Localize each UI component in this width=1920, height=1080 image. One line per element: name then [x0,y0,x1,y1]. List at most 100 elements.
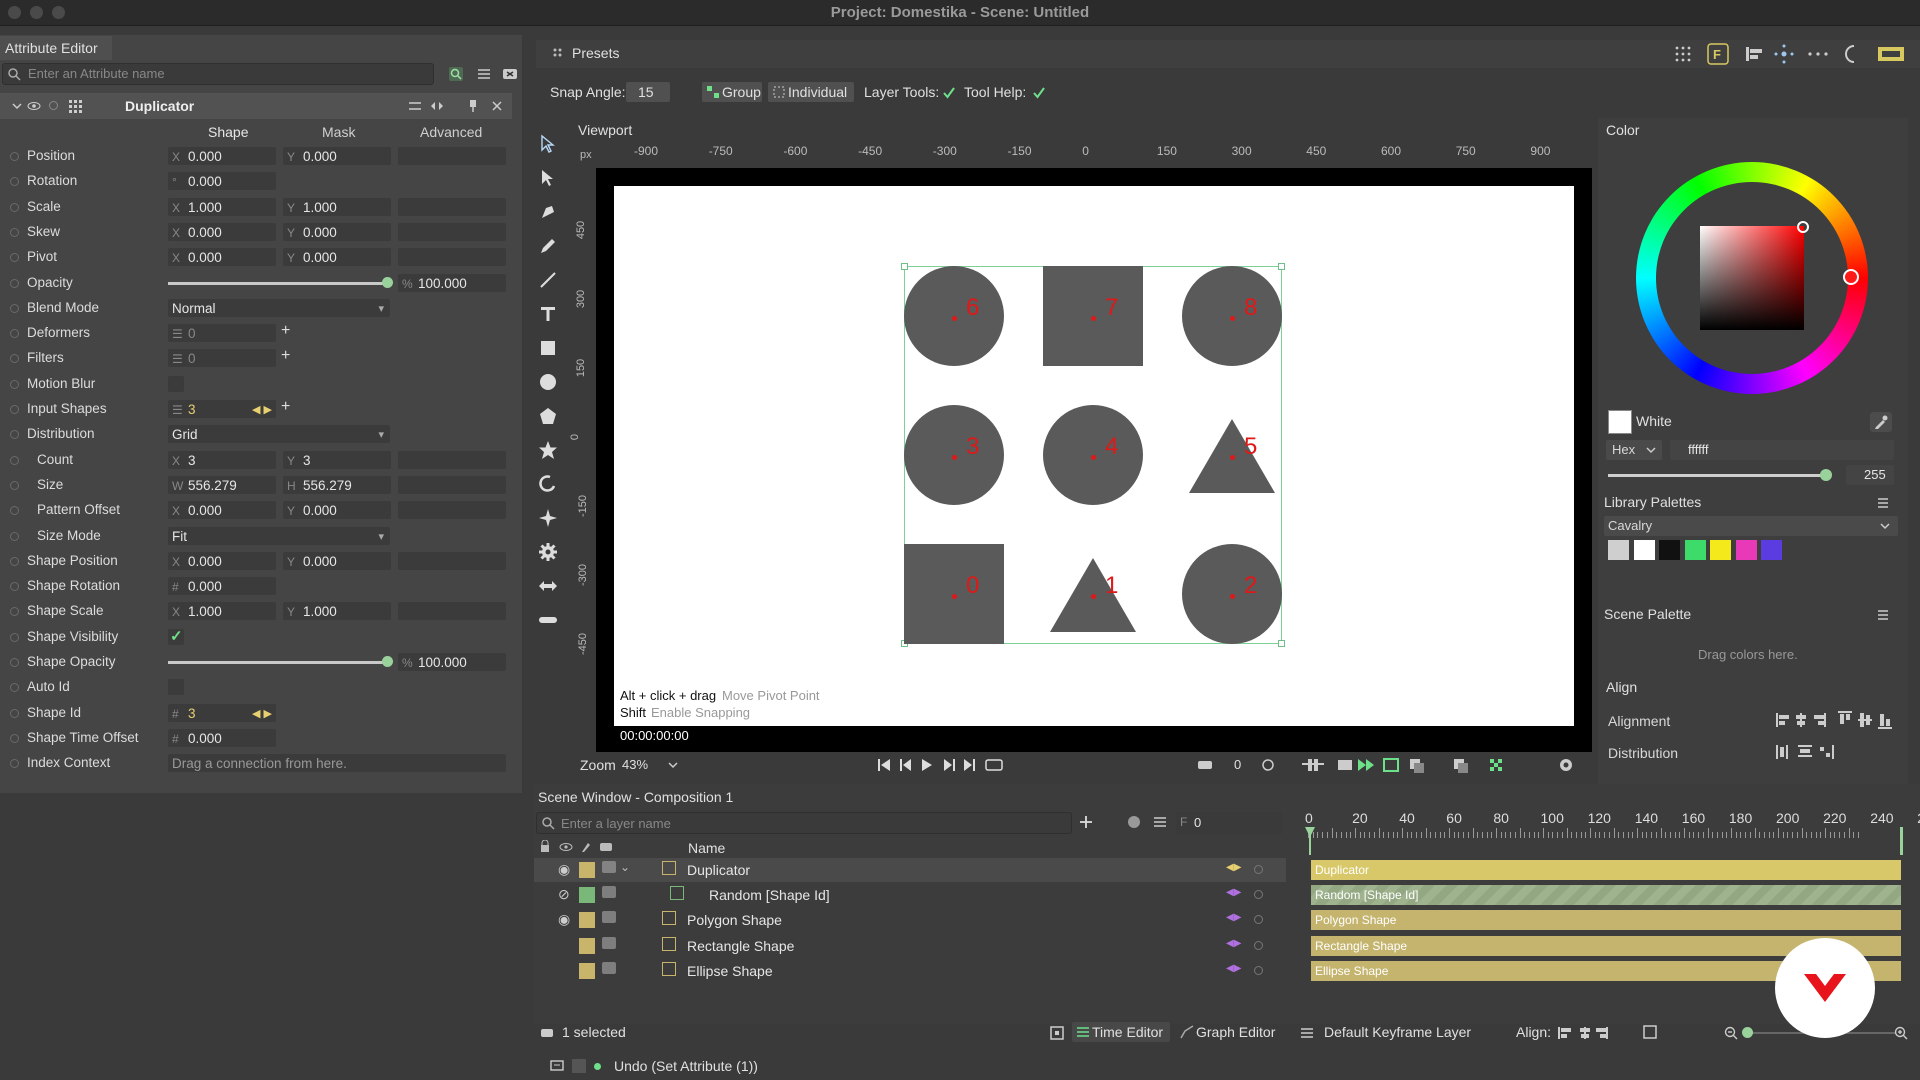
eye-icon[interactable] [27,99,41,113]
pattern-offset-y-field[interactable]: Y 0.000 [283,501,391,520]
frame-icon[interactable] [1050,1026,1064,1040]
alpha-slider-track[interactable] [1608,474,1828,477]
time-editor-button[interactable]: Time Editor [1072,1022,1170,1042]
skew-y-field[interactable]: Y 0.000 [283,222,391,241]
animate-toggle-icon[interactable] [10,683,19,693]
animate-toggle-icon[interactable] [10,227,19,237]
layer-row-duplicator[interactable]: ◉ ⌄ Duplicator ◀▶ [534,858,1286,882]
close-icon[interactable] [490,99,504,113]
pin-icon[interactable] [466,99,480,113]
tab-advanced[interactable]: Advanced [420,124,482,140]
solo-toggle[interactable] [1254,890,1263,900]
hex-input[interactable]: ffffff [1670,440,1894,460]
input-shapes-add-icon[interactable]: + [281,398,290,416]
solo-toggle[interactable] [1254,965,1263,975]
filter-icon[interactable] [476,66,492,82]
history-toggle[interactable] [572,1059,586,1073]
pencil-tool-icon[interactable] [538,236,558,256]
render-icon[interactable] [602,936,616,949]
line-tool-icon[interactable] [538,270,558,290]
animate-toggle-icon[interactable] [10,556,19,566]
blend-mode-select[interactable]: Normal ▾ [168,298,390,317]
solo-toggle[interactable] [1254,915,1263,925]
palette-swatch[interactable] [1735,540,1757,560]
rotation-field[interactable]: ° 0.000 [168,172,276,191]
render-icon[interactable] [602,886,616,899]
filter-layers-icon[interactable] [1152,814,1168,830]
chevron-down-icon[interactable]: ⌄ [620,860,630,874]
alpha-input[interactable]: 255 [1846,465,1894,485]
star-tool-icon[interactable] [538,440,558,460]
layer-row-ellipse-shape[interactable]: Ellipse Shape ◀▶ [534,959,1286,983]
render-icon[interactable] [602,911,616,924]
animate-toggle-icon[interactable] [10,430,19,440]
animate-toggle-icon[interactable] [10,303,19,313]
timeline-align-buttons[interactable] [1558,1025,1688,1041]
clear-icon[interactable] [502,66,518,82]
ellipse-tool-icon[interactable] [538,372,558,392]
visibility-toggle-icon[interactable]: ⊘ [558,886,570,903]
animate-toggle-icon[interactable] [10,379,19,389]
animate-toggle-icon[interactable] [10,253,19,263]
opacity-field[interactable]: % 100.000 [398,273,506,292]
shape-scale-x-field[interactable]: X 1.000 [168,602,276,621]
history-icon[interactable] [550,1059,564,1073]
layer-row-rectangle-shape[interactable]: Rectangle Shape ◀▶ [534,934,1286,958]
palette-swatch[interactable] [1710,540,1731,560]
scale-x-field[interactable]: X 1.000 [168,197,276,216]
pen-tool-icon[interactable] [538,202,558,222]
out-point-marker[interactable] [1900,827,1903,855]
animate-toggle-icon[interactable] [10,202,19,212]
keyframe-nav-icon[interactable]: ◀▶ [1226,938,1241,949]
shape-opacity-slider-knob[interactable] [382,656,393,667]
opacity-slider-knob[interactable] [382,276,393,288]
connect-tool-icon[interactable] [538,576,558,596]
layer-row-polygon-shape[interactable]: ◉ Polygon Shape ◀▶ [534,908,1286,932]
keyframe-nav-icon[interactable]: ◀▶ [1226,862,1241,873]
count-x-field[interactable]: X3 [168,450,276,469]
tab-shape[interactable]: Shape [208,124,248,140]
render-icon[interactable] [602,961,616,974]
animate-toggle-icon[interactable] [10,177,19,187]
timeline-track-random-shape-id[interactable]: Random [Shape Id] [1311,885,1901,906]
shape-rotation-field[interactable]: #0.000 [168,577,276,596]
tab-mask[interactable]: Mask [322,124,355,140]
input-shapes-link-arrow-icon[interactable]: ◀ ▶ [252,403,272,416]
viewport-option-icons[interactable] [1198,756,1588,774]
layer-color-swatch-green[interactable] [579,887,595,904]
zoom-in-icon[interactable] [1894,1026,1908,1040]
pivot-y-field[interactable]: Y 0.000 [283,248,391,267]
chevron-down-icon[interactable] [10,99,24,113]
animate-toggle-icon[interactable] [10,329,19,339]
rounded-rect-tool-icon[interactable] [538,610,558,630]
direct-select-tool-icon[interactable] [538,168,558,188]
layer-color-swatch[interactable] [579,962,595,979]
animate-toggle-icon[interactable] [10,152,19,161]
palette-select[interactable]: Cavalry [1604,516,1898,536]
solo-toggle[interactable] [1254,865,1263,874]
animate-toggle-icon[interactable] [10,632,19,642]
timeline-track-polygon-shape[interactable]: Polygon Shape [1311,910,1901,931]
group-button[interactable]: Group [702,82,762,102]
polygon-tool-icon[interactable] [538,406,558,426]
size-mode-select[interactable]: Fit ▾ [168,526,390,545]
animate-toggle-icon[interactable] [10,759,19,769]
palette-swatch[interactable] [1608,540,1629,560]
keyframe-nav-icon[interactable] [430,99,444,113]
skew-x-field[interactable]: X 0.000 [168,222,276,241]
auto-id-checkbox[interactable] [168,679,184,696]
deformers-field[interactable]: ☰ 0 [168,324,276,343]
text-tool-icon[interactable] [538,304,558,324]
menu-icon[interactable] [1876,496,1890,510]
size-y-field[interactable]: H 556.279 [283,475,391,494]
render-icon[interactable] [602,861,616,873]
animate-toggle-icon[interactable] [10,531,19,541]
keyframe-nav-icon[interactable]: ◀▶ [1226,963,1241,974]
distribution-select[interactable]: Grid ▾ [168,425,390,444]
hue-knob[interactable] [1843,269,1859,285]
index-context-drop-zone[interactable]: Drag a connection from here. [168,754,506,773]
shape-position-y-field[interactable]: Y 0.000 [283,551,391,570]
deformers-add-icon[interactable]: + [281,322,290,340]
count-y-field[interactable]: Y3 [283,450,391,469]
eyedropper-icon[interactable] [1870,412,1892,432]
